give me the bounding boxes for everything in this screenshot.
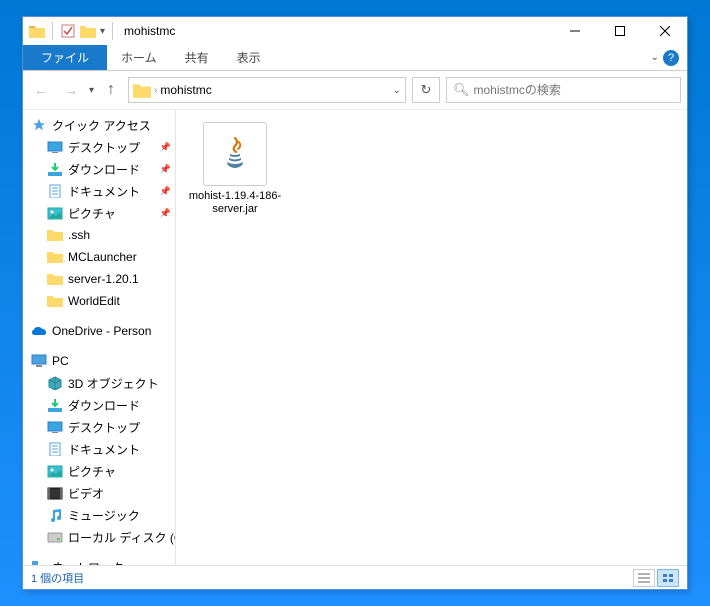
- refresh-button[interactable]: ↻: [412, 77, 440, 103]
- maximize-button[interactable]: [597, 17, 642, 45]
- chevron-right-icon[interactable]: ›: [154, 85, 157, 96]
- tab-share[interactable]: 共有: [171, 45, 223, 70]
- nav-pc-item[interactable]: ピクチャ: [23, 460, 175, 482]
- 3d-icon: [47, 376, 63, 390]
- pin-icon: 📌: [160, 186, 171, 197]
- pictures-icon: [47, 206, 63, 220]
- nav-pc[interactable]: PC: [23, 350, 175, 372]
- address-bar[interactable]: › mohistmc ⌄: [128, 77, 406, 103]
- navigation-bar: ← → ▾ ↑ › mohistmc ⌄ ↻ 🔍︎: [23, 71, 687, 109]
- nav-pc-item[interactable]: 3D オブジェクト: [23, 372, 175, 394]
- help-icon[interactable]: ?: [663, 50, 679, 66]
- file-name: mohist-1.19.4-186-server.jar: [188, 190, 282, 216]
- nav-pc-item[interactable]: ドキュメント: [23, 438, 175, 460]
- separator: [52, 22, 53, 40]
- nav-quick-item[interactable]: .ssh: [23, 224, 175, 246]
- tab-view[interactable]: 表示: [223, 45, 275, 70]
- navigation-pane[interactable]: クイック アクセス デスクトップ📌ダウンロード📌ドキュメント📌ピクチャ📌.ssh…: [23, 110, 176, 565]
- document-icon: [47, 442, 63, 456]
- up-button[interactable]: ↑: [100, 79, 122, 101]
- nav-quick-access[interactable]: クイック アクセス: [23, 114, 175, 136]
- view-details-button[interactable]: [633, 569, 655, 587]
- nav-onedrive[interactable]: OneDrive - Person: [23, 320, 175, 342]
- nav-network[interactable]: ネットワーク: [23, 556, 175, 565]
- star-icon: [31, 118, 47, 132]
- titlebar-folder-icon: [29, 23, 45, 39]
- nav-pc-item[interactable]: ミュージック: [23, 504, 175, 526]
- cloud-icon: [31, 324, 47, 338]
- folder-icon: [47, 228, 63, 242]
- tab-home[interactable]: ホーム: [107, 45, 171, 70]
- document-icon: [47, 184, 63, 198]
- nav-quick-item[interactable]: ドキュメント📌: [23, 180, 175, 202]
- qat-folder-icon[interactable]: [80, 23, 96, 39]
- pc-icon: [31, 354, 47, 368]
- nav-quick-item[interactable]: server-1.20.1: [23, 268, 175, 290]
- music-icon: [47, 508, 63, 522]
- ribbon-expand-icon[interactable]: ⌄: [651, 52, 659, 63]
- nav-quick-item[interactable]: デスクトップ📌: [23, 136, 175, 158]
- explorer-window: ▾ mohistmc ファイル ホーム 共有 表示 ⌄ ? ← → ▾ ↑ › …: [22, 16, 688, 590]
- address-folder-icon: [133, 82, 151, 98]
- desktop-icon: [47, 420, 63, 434]
- close-button[interactable]: [642, 17, 687, 45]
- pictures-icon: [47, 464, 63, 478]
- pin-icon: 📌: [160, 142, 171, 153]
- search-icon: 🔍︎: [453, 82, 470, 98]
- java-jar-icon: [203, 122, 267, 186]
- window-title: mohistmc: [124, 24, 175, 38]
- nav-pc-item[interactable]: ダウンロード: [23, 394, 175, 416]
- folder-icon: [47, 272, 63, 286]
- nav-quick-item[interactable]: MCLauncher: [23, 246, 175, 268]
- status-bar: 1 個の項目: [23, 565, 687, 589]
- video-icon: [47, 486, 63, 500]
- nav-pc-item[interactable]: ビデオ: [23, 482, 175, 504]
- view-icons-button[interactable]: [657, 569, 679, 587]
- desktop-icon: [47, 140, 63, 154]
- download-icon: [47, 162, 63, 176]
- ribbon-tabs: ファイル ホーム 共有 表示 ⌄ ?: [23, 45, 687, 71]
- recent-locations-icon[interactable]: ▾: [89, 85, 94, 96]
- folder-icon: [47, 250, 63, 264]
- tab-file[interactable]: ファイル: [23, 45, 107, 70]
- download-icon: [47, 398, 63, 412]
- separator: [112, 22, 113, 40]
- pin-icon: 📌: [160, 208, 171, 219]
- disk-icon: [47, 530, 63, 544]
- pin-icon: 📌: [160, 164, 171, 175]
- address-segment[interactable]: mohistmc: [160, 83, 211, 97]
- file-list[interactable]: mohist-1.19.4-186-server.jar: [176, 110, 687, 565]
- minimize-button[interactable]: [552, 17, 597, 45]
- file-item[interactable]: mohist-1.19.4-186-server.jar: [188, 122, 282, 216]
- body: クイック アクセス デスクトップ📌ダウンロード📌ドキュメント📌ピクチャ📌.ssh…: [23, 109, 687, 565]
- nav-pc-item[interactable]: ローカル ディスク (C: [23, 526, 175, 548]
- address-dropdown-icon[interactable]: ⌄: [393, 85, 401, 96]
- nav-quick-item[interactable]: ピクチャ📌: [23, 202, 175, 224]
- search-box[interactable]: 🔍︎: [446, 77, 681, 103]
- qat-dropdown-icon[interactable]: ▾: [100, 26, 105, 37]
- network-icon: [31, 560, 47, 565]
- forward-button[interactable]: →: [59, 78, 83, 102]
- nav-quick-item[interactable]: WorldEdit: [23, 290, 175, 312]
- titlebar: ▾ mohistmc: [23, 17, 687, 45]
- folder-icon: [47, 294, 63, 308]
- search-input[interactable]: [474, 83, 674, 97]
- back-button[interactable]: ←: [29, 78, 53, 102]
- item-count: 1 個の項目: [31, 570, 84, 586]
- nav-quick-item[interactable]: ダウンロード📌: [23, 158, 175, 180]
- qat-properties-icon[interactable]: [60, 23, 76, 39]
- nav-pc-item[interactable]: デスクトップ: [23, 416, 175, 438]
